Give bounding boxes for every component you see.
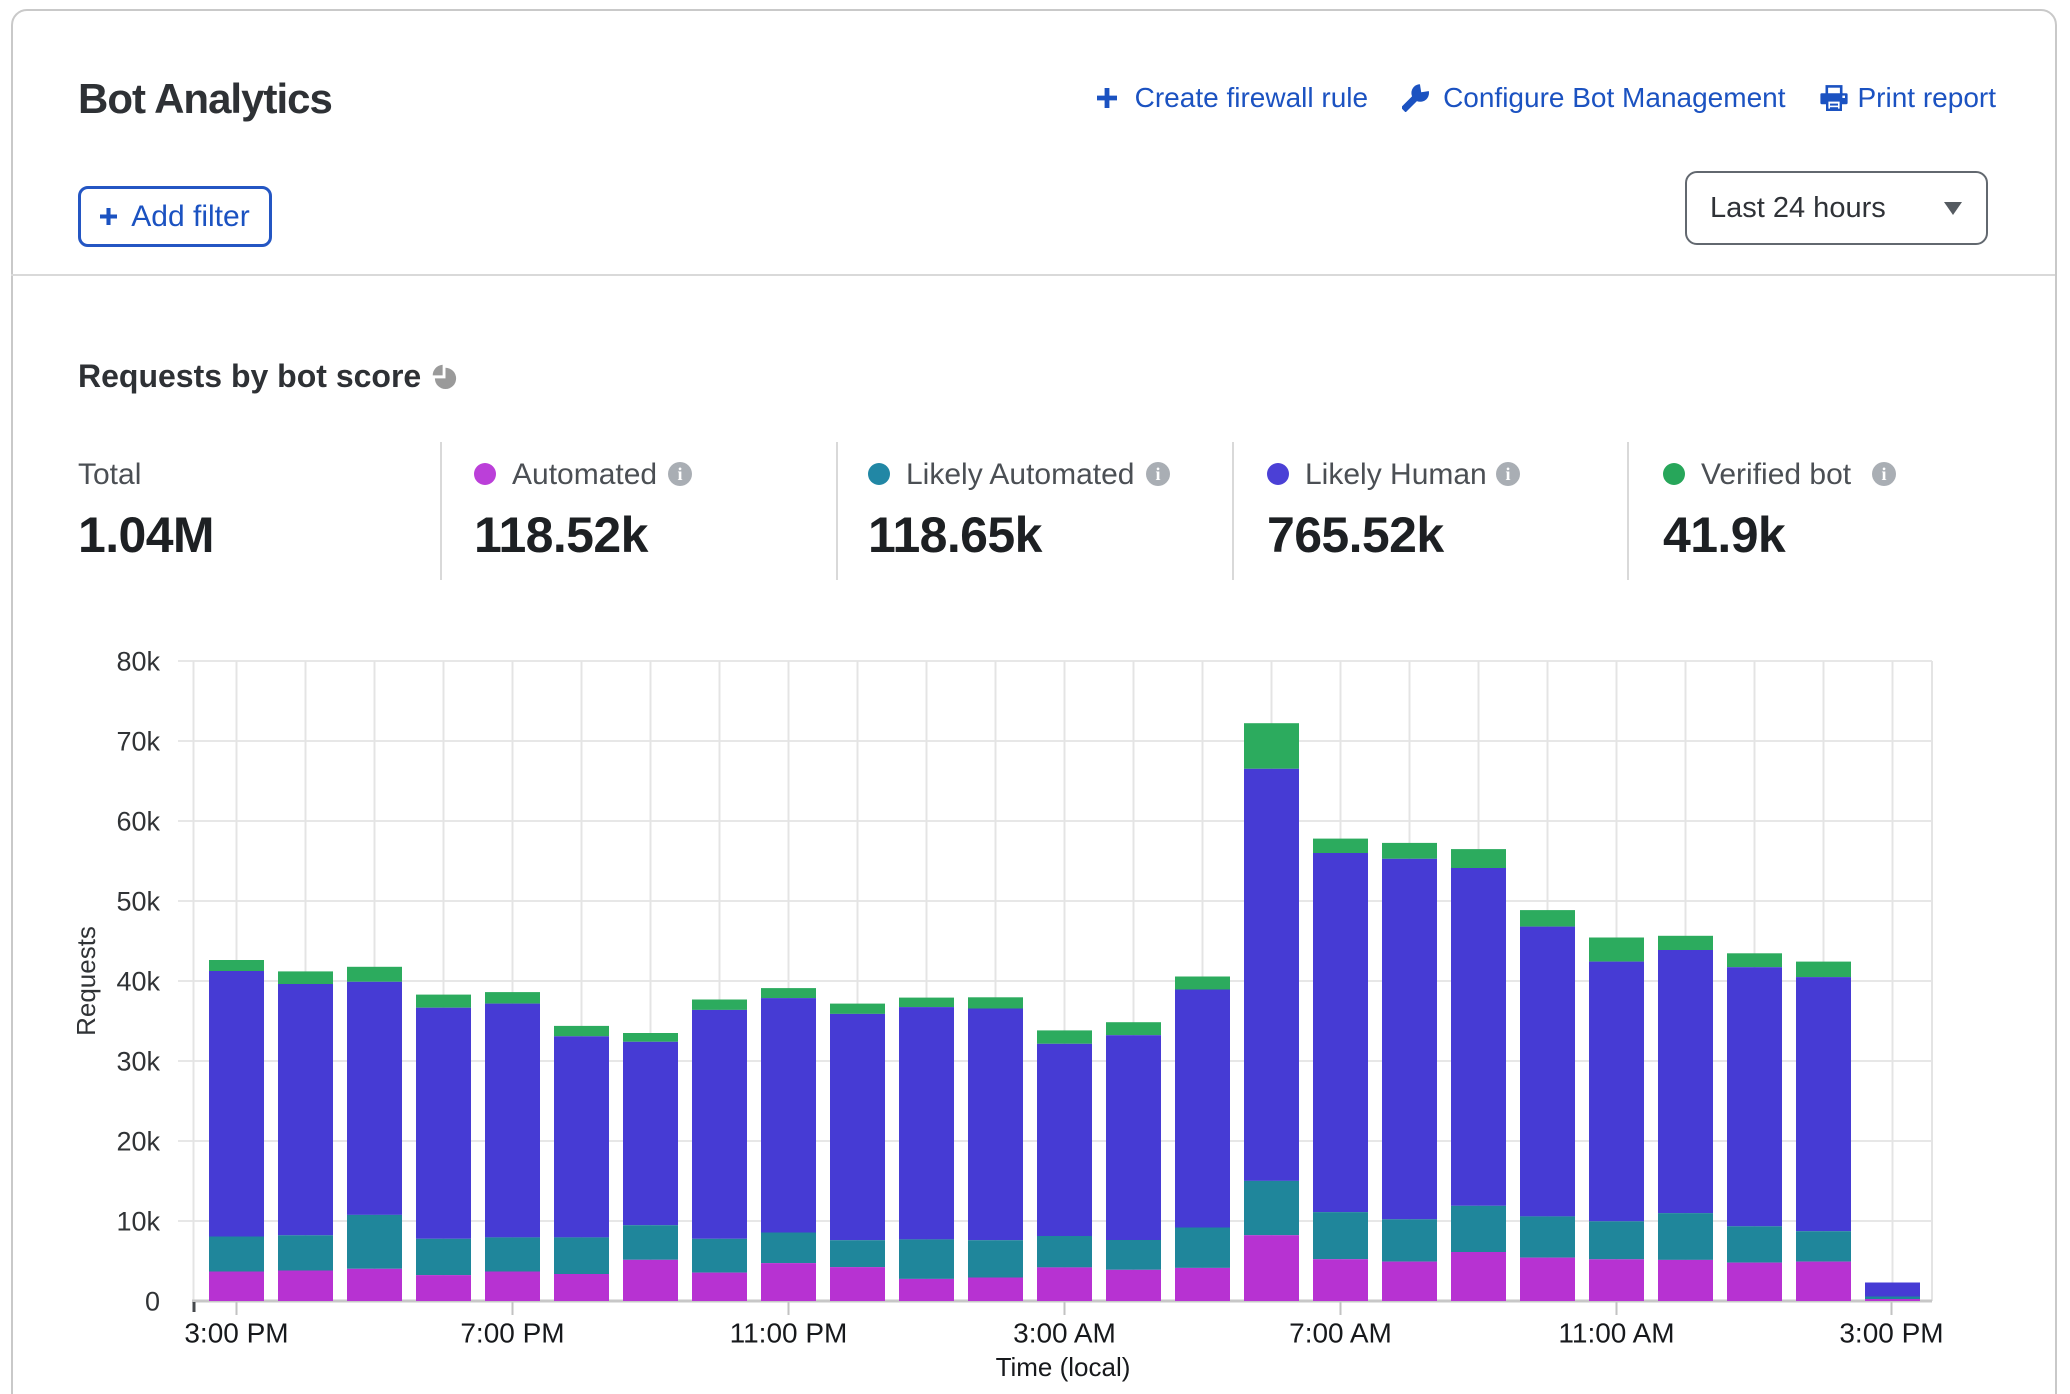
- svg-text:50k: 50k: [116, 887, 160, 917]
- svg-text:40k: 40k: [116, 967, 160, 997]
- svg-text:Time (local): Time (local): [996, 1352, 1131, 1382]
- svg-text:3:00 AM: 3:00 AM: [1013, 1318, 1116, 1349]
- svg-text:11:00 AM: 11:00 AM: [1558, 1318, 1674, 1349]
- svg-text:11:00 PM: 11:00 PM: [730, 1318, 848, 1349]
- svg-text:20k: 20k: [116, 1127, 160, 1157]
- svg-text:0: 0: [145, 1287, 160, 1317]
- svg-text:80k: 80k: [116, 647, 160, 677]
- svg-text:10k: 10k: [116, 1207, 160, 1237]
- svg-text:3:00 PM: 3:00 PM: [1839, 1318, 1943, 1349]
- svg-text:Requests: Requests: [71, 926, 101, 1036]
- svg-text:3:00 PM: 3:00 PM: [184, 1318, 288, 1349]
- svg-text:7:00 AM: 7:00 AM: [1289, 1318, 1392, 1349]
- svg-text:60k: 60k: [116, 807, 160, 837]
- svg-text:30k: 30k: [116, 1047, 160, 1077]
- svg-text:7:00 PM: 7:00 PM: [460, 1318, 564, 1349]
- svg-text:70k: 70k: [116, 727, 160, 757]
